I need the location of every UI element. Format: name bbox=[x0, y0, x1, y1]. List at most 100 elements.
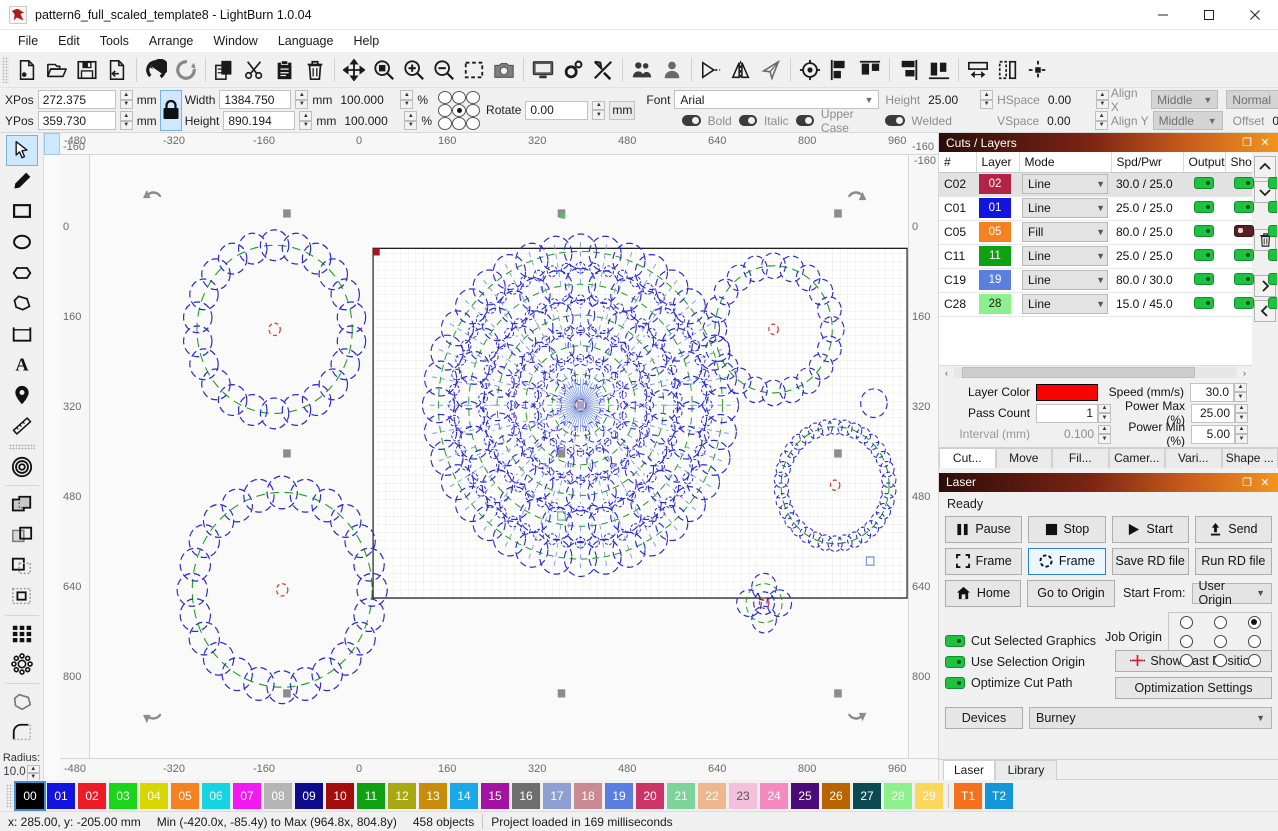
paste-clipboard-icon[interactable] bbox=[270, 55, 300, 85]
palette-swatch-01[interactable]: 01 bbox=[47, 782, 75, 809]
tab-move[interactable]: Move bbox=[995, 447, 1052, 468]
rotate-spinner[interactable]: ▲ ▼ bbox=[592, 100, 606, 120]
font-height-spinner[interactable]: ▲ ▼ bbox=[980, 90, 994, 109]
height-percent-input[interactable]: 100.000 bbox=[340, 111, 401, 130]
undock-icon[interactable]: ❐ bbox=[1238, 136, 1256, 149]
air-toggle[interactable] bbox=[1268, 224, 1277, 237]
xpos-spinner[interactable]: ▲ ▼ bbox=[119, 90, 133, 109]
start-from-select[interactable]: User Origin ▼ bbox=[1191, 579, 1272, 607]
anchor-point-selector[interactable] bbox=[438, 90, 481, 130]
go-to-origin-button[interactable]: Go to Origin bbox=[1027, 579, 1115, 607]
vspace-spinner[interactable]: ▲ ▼ bbox=[1095, 111, 1109, 130]
anchor-cell-5[interactable] bbox=[466, 103, 481, 117]
layer-swatch[interactable]: 11 bbox=[979, 246, 1011, 266]
pass-count-input[interactable]: 1 bbox=[1036, 403, 1098, 423]
radius-value[interactable]: 10.0 bbox=[3, 766, 25, 778]
canvas-area[interactable]: -480 -320 -160 0 160 320 480 640 800 960… bbox=[44, 133, 938, 780]
close-path-icon[interactable] bbox=[756, 55, 786, 85]
italic-toggle[interactable] bbox=[738, 115, 757, 126]
power-max-input[interactable]: 25.00 bbox=[1191, 403, 1235, 423]
col-spdpwr[interactable]: Spd/Pwr bbox=[1111, 152, 1184, 173]
save-rd-file-button[interactable]: Save RD file bbox=[1111, 547, 1189, 575]
output-toggle[interactable] bbox=[1194, 272, 1214, 285]
copy-icon[interactable] bbox=[210, 55, 240, 85]
vspace-input[interactable]: 0.00 bbox=[1043, 111, 1092, 130]
boolean-subtract-tool[interactable] bbox=[7, 521, 37, 550]
scroll-right-button[interactable]: › bbox=[1237, 368, 1252, 378]
use-selection-origin-toggle[interactable] bbox=[945, 656, 965, 668]
palette-swatch-28[interactable]: 28 bbox=[884, 782, 912, 809]
palette-swatch-11[interactable]: 11 bbox=[357, 782, 385, 809]
uppercase-toggle[interactable] bbox=[795, 115, 814, 126]
anchor-cell-2[interactable] bbox=[466, 90, 481, 104]
flip-horizontal-icon[interactable] bbox=[696, 55, 726, 85]
tab-camera[interactable]: Camer... bbox=[1108, 447, 1165, 468]
table-row[interactable]: C28 28 Line ▼ 15.0 / 45.0 bbox=[939, 292, 1277, 317]
pass-count-spinner[interactable]: ▲ ▼ bbox=[1098, 403, 1111, 423]
anchor-cell-3[interactable] bbox=[438, 103, 453, 117]
menu-file[interactable]: File bbox=[8, 32, 48, 50]
home-button[interactable]: Home bbox=[945, 579, 1021, 607]
font-height-input[interactable]: 25.00 bbox=[924, 90, 977, 109]
align-right-icon[interactable] bbox=[894, 55, 924, 85]
show-toggle[interactable] bbox=[1234, 176, 1254, 189]
offset-input[interactable]: 0 bbox=[1268, 111, 1278, 130]
mode-select[interactable]: Line ▼ bbox=[1022, 294, 1108, 314]
table-row[interactable]: C02 02 Line ▼ 30.0 / 25.0 bbox=[939, 172, 1277, 197]
palette-swatch-12[interactable]: 12 bbox=[388, 782, 416, 809]
distribute-horizontal-icon[interactable] bbox=[963, 55, 993, 85]
optimization-settings-button[interactable]: Optimization Settings bbox=[1115, 676, 1272, 699]
close-icon[interactable]: ✕ bbox=[1256, 136, 1274, 149]
move-layer-up-button[interactable] bbox=[1254, 156, 1276, 178]
speed-input[interactable]: 30.0 bbox=[1190, 382, 1234, 402]
palette-grip[interactable] bbox=[6, 783, 13, 808]
show-toggle[interactable] bbox=[1234, 248, 1254, 261]
save-icon[interactable] bbox=[72, 55, 102, 85]
palette-swatch-10[interactable]: 10 bbox=[326, 782, 354, 809]
new-file-icon[interactable] bbox=[12, 55, 42, 85]
undock-icon[interactable]: ❐ bbox=[1238, 476, 1256, 489]
menu-language[interactable]: Language bbox=[268, 32, 344, 50]
grid-array-tool[interactable] bbox=[7, 620, 37, 649]
col-layer[interactable]: Layer bbox=[976, 152, 1020, 173]
col-mode[interactable]: Mode bbox=[1019, 152, 1112, 173]
job-origin-cell-1[interactable] bbox=[1213, 615, 1227, 629]
anchor-cell-0[interactable] bbox=[438, 90, 453, 104]
camera-icon[interactable] bbox=[489, 55, 519, 85]
palette-swatch-27[interactable]: 27 bbox=[853, 782, 881, 809]
table-row[interactable]: C19 19 Line ▼ 80.0 / 30.0 bbox=[939, 268, 1277, 293]
output-toggle[interactable] bbox=[1194, 176, 1214, 189]
width-percent-spinner[interactable]: ▲ ▼ bbox=[400, 90, 414, 109]
job-origin-cell-4[interactable] bbox=[1213, 634, 1227, 648]
redo-icon[interactable] bbox=[171, 55, 201, 85]
rotate-input[interactable]: 0.00 bbox=[525, 100, 589, 120]
height-input[interactable]: 890.194 bbox=[223, 111, 296, 130]
palette-swatch-26[interactable]: 26 bbox=[822, 782, 850, 809]
optimize-cut-path-option[interactable]: Optimize Cut Path bbox=[945, 673, 1107, 694]
send-button[interactable]: Send bbox=[1194, 515, 1272, 543]
pencil-draw-tool[interactable] bbox=[7, 167, 37, 196]
text-tool[interactable]: A bbox=[7, 350, 37, 379]
job-origin-cell-8[interactable] bbox=[1247, 653, 1261, 667]
palette-swatch-06[interactable]: 06 bbox=[202, 782, 230, 809]
table-row[interactable]: C05 05 Fill ▼ 80.0 / 25.0 bbox=[939, 220, 1277, 245]
select-arrow-tool[interactable] bbox=[5, 135, 38, 166]
anchor-cell-1[interactable] bbox=[452, 90, 467, 104]
palette-swatch-15[interactable]: 15 bbox=[481, 782, 509, 809]
tab-cuts[interactable]: Cut... bbox=[939, 447, 996, 468]
power-min-input[interactable]: 5.00 bbox=[1191, 424, 1235, 444]
cut-scissors-icon[interactable] bbox=[240, 55, 270, 85]
ruler-vertical-left[interactable]: -160 0 160 320 480 640 800 bbox=[60, 141, 90, 758]
job-origin-cell-5[interactable] bbox=[1247, 634, 1261, 648]
xpos-input[interactable]: 272.375 bbox=[37, 90, 116, 109]
ruler-horizontal-top[interactable]: -480 -320 -160 0 160 320 480 640 800 960 bbox=[60, 133, 938, 155]
height-spinner[interactable]: ▲ ▼ bbox=[299, 111, 313, 130]
width-percent-input[interactable]: 100.000 bbox=[336, 90, 397, 109]
power-min-spinner[interactable]: ▲ ▼ bbox=[1235, 424, 1248, 444]
distribute-vertical-icon[interactable] bbox=[993, 55, 1023, 85]
job-origin-cell-0[interactable] bbox=[1179, 615, 1193, 629]
palette-swatch-t2[interactable]: T2 bbox=[985, 782, 1013, 809]
zoom-in-icon[interactable] bbox=[399, 55, 429, 85]
freehand-polygon-tool[interactable] bbox=[7, 289, 37, 318]
flip-vertical-icon[interactable] bbox=[726, 55, 756, 85]
